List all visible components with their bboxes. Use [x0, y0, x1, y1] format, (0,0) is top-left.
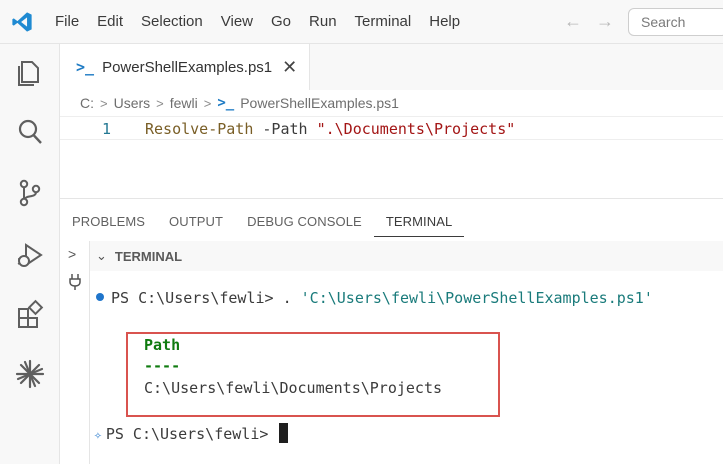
vscode-logo-icon [0, 0, 44, 44]
terminal-dot-source: . [282, 289, 301, 307]
chevron-right-icon: > [156, 95, 164, 111]
source-control-icon[interactable] [14, 177, 46, 209]
close-icon[interactable]: ✕ [282, 57, 297, 78]
tab-output[interactable]: OUTPUT [157, 199, 235, 241]
output-header: Path [144, 336, 181, 354]
line-number: 1 [102, 120, 112, 138]
arrow-back-icon[interactable]: ← [564, 10, 582, 32]
terminal-line-prompt: ✧ PS C:\Users\fewli> [94, 423, 289, 443]
powershell-icon: >_ [76, 58, 95, 76]
tab-powershell-examples[interactable]: >_ PowerShellExamples.ps1 ✕ [60, 44, 310, 90]
navigation-arrows: ← → [564, 10, 614, 32]
breadcrumb-fewli[interactable]: fewli [170, 95, 198, 111]
output-divider: ---- [144, 357, 181, 375]
terminal-section-header[interactable]: ⌄ TERMINAL [90, 241, 723, 271]
bottom-panel: PROBLEMS OUTPUT DEBUG CONSOLE TERMINAL >… [60, 198, 723, 464]
run-debug-icon[interactable] [14, 239, 46, 271]
chevron-right-icon[interactable]: > [68, 246, 76, 262]
panel-tabs: PROBLEMS OUTPUT DEBUG CONSOLE TERMINAL [60, 199, 465, 241]
breadcrumb-users[interactable]: Users [114, 95, 151, 111]
breadcrumb-file[interactable]: PowerShellExamples.ps1 [240, 95, 399, 111]
code-string: ".\Documents\Projects" [316, 120, 516, 138]
menu-edit[interactable]: Edit [88, 0, 132, 44]
activity-bar [0, 44, 60, 464]
terminal-line-command: PS C:\Users\fewli> . 'C:\Users\fewli\Pow… [96, 289, 653, 307]
terminal-cursor [279, 423, 289, 443]
command-status-dot-icon[interactable] [96, 293, 104, 301]
panel-side-strip: > [60, 241, 90, 464]
explorer-icon[interactable] [14, 56, 46, 88]
menu-go[interactable]: Go [262, 0, 300, 44]
tab-problems[interactable]: PROBLEMS [60, 199, 157, 241]
title-bar: File Edit Selection View Go Run Terminal… [0, 0, 723, 44]
search-icon[interactable] [14, 116, 46, 148]
menu-file[interactable]: File [46, 0, 88, 44]
code-command: Resolve-Path [145, 120, 254, 138]
menu-help[interactable]: Help [420, 0, 469, 44]
powershell-icon: >_ [217, 95, 235, 111]
tab-label: PowerShellExamples.ps1 [102, 58, 273, 76]
output-highlight-box [126, 332, 500, 417]
chevron-right-icon: > [100, 95, 108, 111]
tab-debug-console[interactable]: DEBUG CONSOLE [235, 199, 374, 241]
copilot-sparkle-icon[interactable] [14, 358, 46, 390]
menu-terminal[interactable]: Terminal [346, 0, 421, 44]
search-input[interactable]: Search [628, 8, 723, 36]
breadcrumb-drive[interactable]: C: [80, 95, 94, 111]
extensions-icon[interactable] [14, 299, 46, 331]
tab-terminal[interactable]: TERMINAL [373, 199, 465, 237]
terminal-script-path: 'C:\Users\fewli\PowerShellExamples.ps1' [300, 289, 653, 307]
terminal-output[interactable]: PS C:\Users\fewli> . 'C:\Users\fewli\Pow… [90, 271, 723, 464]
chevron-right-icon: > [203, 95, 212, 111]
arrow-forward-icon[interactable]: → [596, 10, 614, 32]
plug-icon[interactable] [68, 273, 82, 291]
breadcrumb: C: > Users > fewli > >_ PowerShellExampl… [80, 92, 399, 114]
terminal-prompt: PS C:\Users\fewli> [111, 289, 283, 307]
chevron-down-icon[interactable]: ⌄ [96, 248, 107, 264]
output-path-value: C:\Users\fewli\Documents\Projects [144, 379, 443, 397]
sparkle-icon[interactable]: ✧ [94, 428, 102, 443]
terminal-section-title: TERMINAL [114, 248, 183, 264]
code-line[interactable]: 1 Resolve-Path -Path ".\Documents\Projec… [60, 116, 723, 140]
code-text[interactable]: Resolve-Path -Path ".\Documents\Projects… [145, 120, 515, 138]
menu-selection[interactable]: Selection [132, 0, 212, 44]
editor-tab-bar: >_ PowerShellExamples.ps1 ✕ [60, 44, 723, 90]
menu-run[interactable]: Run [300, 0, 346, 44]
menu-view[interactable]: View [212, 0, 262, 44]
menu-bar: File Edit Selection View Go Run Terminal… [46, 0, 469, 44]
code-editor[interactable]: 1 Resolve-Path -Path ".\Documents\Projec… [60, 114, 723, 194]
code-parameter: -Path [262, 120, 308, 138]
terminal-prompt: PS C:\Users\fewli> [105, 425, 278, 443]
